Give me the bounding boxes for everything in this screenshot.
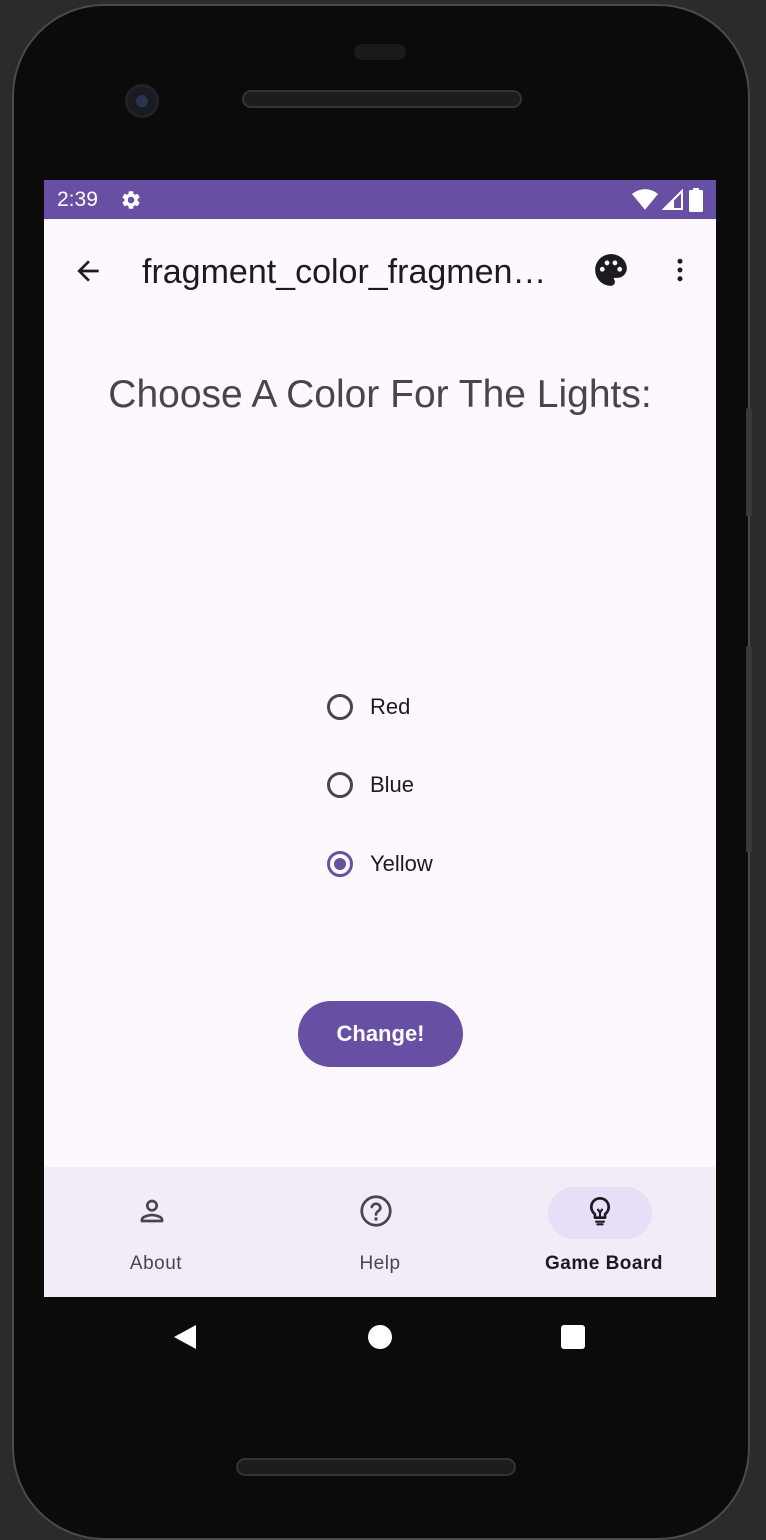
person-icon [136,1195,168,1232]
status-bar: 2:39 [44,180,716,219]
nav-item-game-board[interactable]: Game Board [492,1167,716,1297]
earpiece-speaker [242,90,522,108]
battery-icon [688,188,704,217]
signal-icon [661,188,684,216]
page-heading: Choose A Color For The Lights: [108,373,652,416]
nav-label: About [129,1253,183,1274]
status-time: 2:39 [57,188,98,211]
nav-indicator [100,1187,204,1239]
app-screen: 2:39 fragment_color_fragmen… Choose A Co… [44,180,716,1297]
back-arrow-icon [72,255,104,292]
radio-option-yellow[interactable]: Yellow [327,842,527,886]
volume-button [746,646,752,852]
radio-option-red[interactable]: Red [327,685,527,729]
nav-indicator [324,1187,428,1239]
bottom-speaker [236,1458,516,1476]
nav-label: Help [359,1253,401,1274]
nav-label: Game Board [545,1253,663,1274]
nav-back-icon[interactable] [172,1323,198,1356]
lightbulb-icon [584,1195,616,1232]
top-app-bar: fragment_color_fragmen… [44,219,716,325]
radio-button[interactable] [327,772,353,798]
system-navigation-bar [44,1297,716,1377]
app-bar-title: fragment_color_fragmen… [142,253,547,291]
radio-label: Red [370,694,411,719]
radio-option-blue[interactable]: Blue [327,763,527,807]
palette-button[interactable] [588,249,634,295]
power-button [746,408,752,516]
wifi-icon [632,189,658,216]
nav-recents-icon[interactable] [561,1325,585,1349]
nav-indicator-active [548,1187,652,1239]
palette-icon [592,251,630,294]
radio-button[interactable] [327,694,353,720]
more-vert-icon [665,255,695,290]
radio-label: Blue [370,772,415,797]
back-button[interactable] [66,251,110,295]
front-camera [125,84,159,118]
proximity-sensor [354,44,406,60]
change-button[interactable]: Change! [298,1001,463,1067]
bottom-navigation: About Help Game Board [44,1167,716,1297]
nav-item-about[interactable]: About [44,1167,268,1297]
settings-icon [120,189,142,211]
nav-home-icon[interactable] [368,1325,392,1349]
status-icons [632,188,704,217]
help-circle-icon [358,1193,394,1234]
radio-button-selected[interactable] [327,851,353,877]
nav-item-help[interactable]: Help [268,1167,492,1297]
radio-label: Yellow [370,851,433,876]
more-options-button[interactable] [658,249,702,295]
